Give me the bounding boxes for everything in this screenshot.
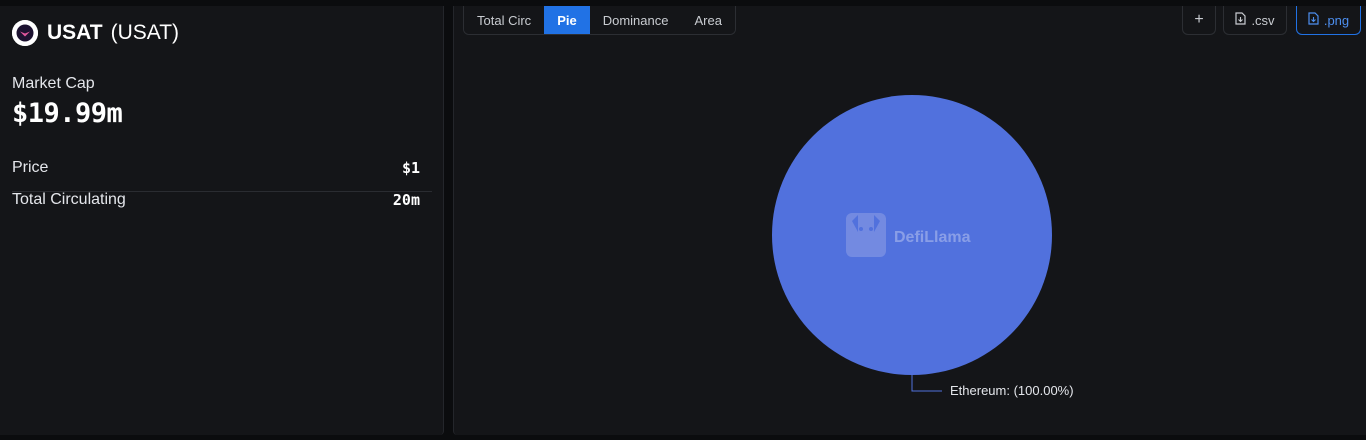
watermark-text: DefiLlama (894, 229, 971, 246)
tab-area[interactable]: Area (681, 6, 735, 34)
download-png-button[interactable]: .png (1296, 6, 1361, 35)
pie-slice-label: Ethereum: (100.00%) (950, 383, 1074, 398)
stat-row-total-circulating: Total Circulating 20m (12, 185, 420, 215)
coin-info-panel: USAT (USAT) Market Cap $19.99m Price $1 … (0, 6, 444, 435)
coin-name: USAT (47, 21, 103, 44)
stat-label: Total Circulating (12, 191, 126, 208)
download-csv-button[interactable]: .csv (1223, 6, 1287, 35)
coin-symbol: (USAT) (110, 21, 180, 44)
usat-logo-icon (12, 20, 38, 46)
llama-logo-icon (846, 213, 886, 257)
stat-label: Price (12, 159, 49, 176)
pie-label-line (911, 373, 942, 392)
add-button[interactable]: + (1182, 6, 1216, 35)
tab-dominance[interactable]: Dominance (589, 6, 682, 34)
app-root: USAT (USAT) Market Cap $19.99m Price $1 … (0, 0, 1366, 440)
market-cap-label: Market Cap (12, 75, 95, 92)
tab-total-circ[interactable]: Total Circ (464, 6, 545, 34)
file-icon (1308, 12, 1319, 28)
pie-labels: Ethereum: (100.00%) (911, 373, 1074, 398)
pie-chart-svg: DefiLlama Ethereum: (100.00%) (772, 95, 1074, 398)
tab-pie[interactable]: Pie (544, 6, 590, 34)
market-cap-value: $19.99m (12, 98, 123, 129)
stat-value: $1 (401, 159, 420, 177)
coin-header: USAT (USAT) (12, 20, 179, 46)
stat-row-price: Price $1 (12, 153, 420, 183)
chart-panel: Total Circ Pie Dominance Area + .csv .pn… (453, 6, 1366, 435)
stat-value: 20m (392, 191, 420, 209)
png-label: .png (1323, 12, 1350, 28)
pie-chart: DefiLlama Ethereum: (100.00%) (454, 36, 1366, 435)
chart-tabs: Total Circ Pie Dominance Area (463, 6, 736, 35)
csv-label: .csv (1251, 12, 1275, 28)
file-icon (1235, 12, 1247, 28)
